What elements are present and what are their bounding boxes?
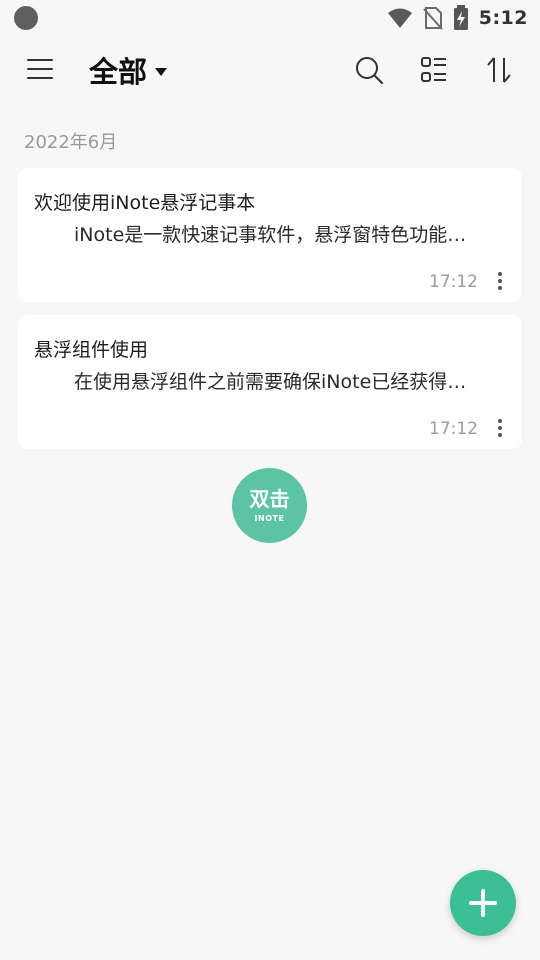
floating-widget-label: 双击 <box>249 487 290 511</box>
app-toolbar: 全部 <box>0 40 540 100</box>
status-bar: 5:12 <box>0 0 540 36</box>
note-card[interactable]: 悬浮组件使用 在使用悬浮组件之前需要确保iNote已经获得… 17:12 <box>18 315 522 449</box>
more-dot <box>498 426 502 430</box>
note-preview: 在使用悬浮组件之前需要确保iNote已经获得… <box>74 371 467 393</box>
floating-widget-brand: INOTE <box>254 514 285 523</box>
note-title: 悬浮组件使用 <box>34 339 149 361</box>
more-dot <box>498 279 502 283</box>
more-dot <box>498 433 502 437</box>
note-title: 欢迎使用iNote悬浮记事本 <box>34 192 256 214</box>
add-note-button[interactable] <box>450 870 516 936</box>
battery-charging-icon <box>453 5 468 30</box>
note-preview: iNote是一款快速记事软件，悬浮窗特色功能… <box>74 224 467 246</box>
menu-icon <box>27 59 53 61</box>
clock-time: 5:12 <box>478 7 528 29</box>
menu-icon-bar <box>27 68 53 70</box>
wifi-icon <box>387 8 412 28</box>
no-sim-icon <box>422 7 443 30</box>
page-title: 全部 <box>89 55 148 89</box>
dropdown-caret-icon <box>155 68 168 76</box>
note-time: 17:12 <box>429 272 478 292</box>
note-card[interactable]: 欢迎使用iNote悬浮记事本 iNote是一款快速记事软件，悬浮窗特色功能… 1… <box>18 168 522 302</box>
menu-icon-bar <box>27 77 53 79</box>
more-dot <box>498 419 502 423</box>
more-options-icon[interactable] <box>492 417 508 439</box>
sort-icon[interactable] <box>483 54 515 86</box>
list-view-icon[interactable] <box>418 54 450 86</box>
notification-dot-icon <box>14 6 38 30</box>
more-dot <box>498 272 502 276</box>
plus-icon-vertical <box>481 889 485 917</box>
floating-widget-button[interactable]: 双击 INOTE <box>232 468 307 543</box>
more-dot <box>498 286 502 290</box>
status-icons: 5:12 <box>387 5 528 31</box>
folder-selector[interactable]: 全部 <box>89 50 168 90</box>
menu-button[interactable] <box>27 57 55 83</box>
more-options-icon[interactable] <box>492 270 508 292</box>
note-time: 17:12 <box>429 419 478 439</box>
search-icon[interactable] <box>353 54 385 86</box>
date-group-label: 2022年6月 <box>24 132 118 153</box>
